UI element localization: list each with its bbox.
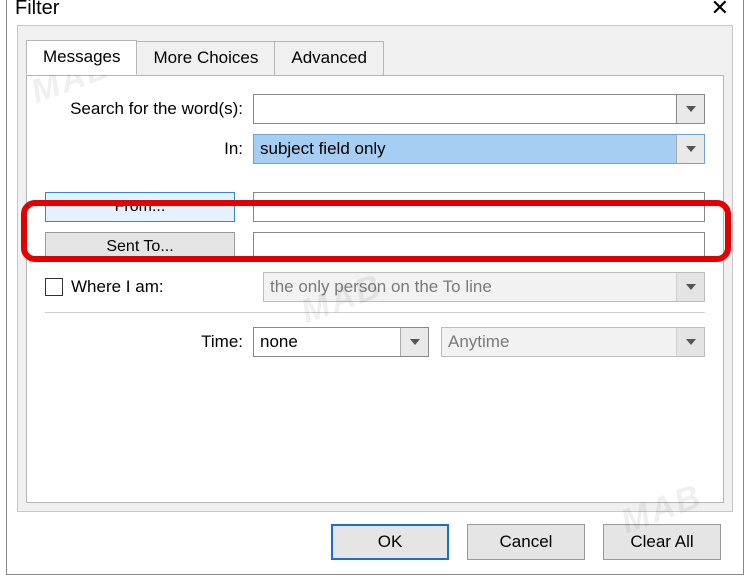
chevron-down-icon — [686, 284, 696, 290]
sent-to-input[interactable] — [253, 232, 705, 262]
search-row: Search for the word(s): — [45, 94, 705, 124]
chevron-down-icon — [686, 106, 696, 112]
messages-panel: Search for the word(s): In: subject fiel… — [26, 75, 724, 503]
close-icon[interactable]: ✕ — [705, 0, 735, 21]
cancel-button[interactable]: Cancel — [467, 524, 585, 560]
window-title: Filter — [15, 0, 705, 20]
time-condition-button[interactable] — [400, 328, 428, 356]
titlebar: Filter ✕ — [7, 0, 743, 25]
search-input[interactable] — [253, 94, 677, 124]
ok-button[interactable]: OK — [331, 524, 449, 560]
filter-dialog: Filter ✕ Messages More Choices Advanced … — [6, 0, 744, 575]
time-condition-dropdown[interactable]: none — [253, 327, 429, 357]
in-row: In: subject field only — [45, 134, 705, 164]
tab-strip: Messages More Choices Advanced — [26, 40, 383, 75]
time-range-dropdown: Anytime — [441, 327, 705, 357]
where-row: Where I am: the only person on the To li… — [45, 272, 705, 302]
where-value: the only person on the To line — [264, 273, 676, 301]
time-label: Time: — [45, 332, 253, 352]
in-label: In: — [45, 139, 253, 159]
search-label: Search for the word(s): — [45, 99, 253, 119]
sent-to-row: Sent To... — [45, 232, 705, 262]
time-range-button — [676, 328, 704, 356]
time-condition-value: none — [254, 328, 400, 356]
where-checkbox[interactable] — [45, 278, 63, 296]
from-button[interactable]: From... — [45, 192, 235, 222]
tab-messages[interactable]: Messages — [26, 40, 137, 75]
chevron-down-icon — [686, 339, 696, 345]
from-input[interactable] — [253, 192, 705, 222]
where-dropdown: the only person on the To line — [263, 272, 705, 302]
where-label: Where I am: — [71, 277, 164, 297]
chevron-down-icon — [686, 146, 696, 152]
where-dropdown-button — [676, 273, 704, 301]
search-history-dropdown[interactable] — [677, 94, 705, 124]
in-dropdown-button[interactable] — [676, 135, 704, 163]
dialog-body: Messages More Choices Advanced Search fo… — [17, 25, 733, 512]
dialog-footer: OK Cancel Clear All — [331, 524, 721, 560]
time-range-value: Anytime — [442, 328, 676, 356]
clear-all-button[interactable]: Clear All — [603, 524, 721, 560]
from-row: From... — [45, 192, 705, 222]
tab-advanced[interactable]: Advanced — [274, 41, 384, 76]
chevron-down-icon — [410, 339, 420, 345]
sent-to-button[interactable]: Sent To... — [45, 232, 235, 262]
time-row: Time: none Anytime — [45, 327, 705, 357]
separator — [45, 312, 705, 313]
tab-more-choices[interactable]: More Choices — [136, 41, 275, 76]
in-dropdown[interactable]: subject field only — [253, 134, 705, 164]
in-value: subject field only — [254, 135, 676, 163]
where-checkbox-group: Where I am: — [45, 277, 263, 297]
